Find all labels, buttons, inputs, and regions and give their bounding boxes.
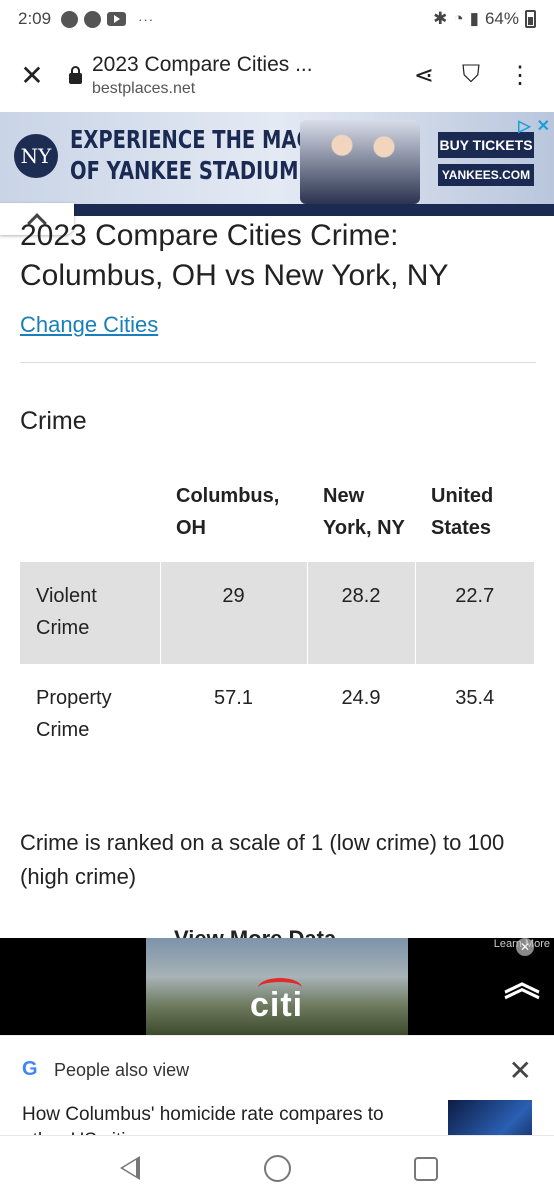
people-also-view-card[interactable]: G People also view ✕ How Columbus' homic…	[0, 1035, 554, 1135]
table-header-row: Columbus, OH New York, NY United States	[20, 466, 534, 562]
cell-value: 24.9	[306, 664, 415, 766]
more-notifications-icon: ···	[138, 11, 155, 27]
change-cities-link[interactable]: Change Cities	[20, 312, 158, 338]
divider	[20, 362, 536, 363]
scale-note: Crime is ranked on a scale of 1 (low cri…	[20, 830, 505, 889]
table-row: Violent Crime 29 28.2 22.7	[20, 562, 534, 664]
share-icon[interactable]: ⋖	[414, 61, 434, 90]
yankees-banner-ad[interactable]: NY EXPERIENCE THE MAGIC OF YANKEE STADIU…	[0, 112, 554, 204]
cell-value: 29	[159, 562, 307, 664]
more-options-icon[interactable]: ⋮	[508, 61, 532, 90]
column-header: United States	[431, 485, 494, 539]
home-icon[interactable]	[264, 1155, 291, 1182]
ad-headline: EXPERIENCE THE MAGIC OF YANKEE STADIUM	[70, 125, 335, 185]
ad-photo	[300, 120, 420, 204]
row-label: Property Crime	[36, 687, 112, 741]
status-time: 2:09	[18, 9, 52, 28]
yankees-logo: NY	[14, 134, 58, 178]
main-content: 2023 Compare Cities Crime: Columbus, OH …	[20, 216, 536, 894]
google-logo-icon: G	[22, 1058, 38, 1080]
ad-site-label: YANKEES.COM	[438, 164, 534, 186]
page-domain: bestplaces.net	[92, 79, 196, 97]
bluetooth-icon: ✱	[433, 9, 448, 28]
cell-value: 35.4	[414, 664, 534, 766]
battery-percent: 64%	[484, 9, 519, 28]
close-ad-icon[interactable]: ✕	[537, 116, 550, 136]
cell-value: 28.2	[306, 562, 415, 664]
status-bar: 2:09 ··· ✱ ◔ ▮ 64%	[0, 0, 554, 38]
back-icon[interactable]	[120, 1156, 140, 1180]
browser-toolbar: ✕ 2023 Compare Cities ... bestplaces.net…	[0, 38, 554, 112]
row-label: Violent Crime	[20, 562, 160, 664]
wifi-icon: ◔	[453, 9, 464, 28]
close-tab-icon[interactable]: ✕	[0, 59, 64, 92]
youtube-notification-icon	[107, 12, 127, 26]
adchoices-icon[interactable]: ▷	[518, 116, 530, 136]
ad-learn-more[interactable]: Learn More	[494, 938, 550, 950]
story-thumbnail[interactable]	[448, 1100, 532, 1135]
cell-value: 57.1	[159, 664, 307, 766]
table-row: Property Crime 57.1 24.9 35.4	[20, 664, 534, 766]
url-display[interactable]: 2023 Compare Cities ... bestplaces.net	[86, 53, 414, 98]
ad-strip	[0, 204, 554, 216]
page-title-url: 2023 Compare Cities ...	[92, 52, 313, 76]
column-header: Columbus, OH	[176, 485, 280, 539]
recent-apps-icon[interactable]	[414, 1157, 438, 1181]
system-nav-bar	[0, 1135, 554, 1200]
signal-icon: ▮	[469, 9, 479, 28]
section-heading: Crime	[20, 407, 87, 435]
cell-value: 22.7	[414, 562, 534, 664]
column-header: New York, NY	[323, 485, 405, 539]
suggested-story[interactable]: How Columbus' homicide rate compares to …	[22, 1102, 422, 1135]
close-icon[interactable]: ✕	[509, 1054, 532, 1087]
column-header	[20, 466, 160, 562]
citi-logo: citi	[250, 986, 304, 1024]
citi-video-ad[interactable]: citi ✕ Learn More ︽	[0, 938, 554, 1035]
bookmark-icon[interactable]: ⛉	[462, 61, 480, 89]
page-title: 2023 Compare Cities Crime: Columbus, OH …	[20, 219, 449, 292]
chrome-notification-icon	[61, 10, 79, 28]
lock-icon[interactable]	[64, 65, 86, 84]
people-also-view-label: People also view	[54, 1060, 190, 1080]
double-chevron-up-icon[interactable]: ︽	[504, 965, 540, 1001]
chrome-notification-icon	[84, 10, 102, 28]
battery-icon	[525, 10, 536, 28]
crime-table: Columbus, OH New York, NY United States …	[20, 466, 534, 766]
